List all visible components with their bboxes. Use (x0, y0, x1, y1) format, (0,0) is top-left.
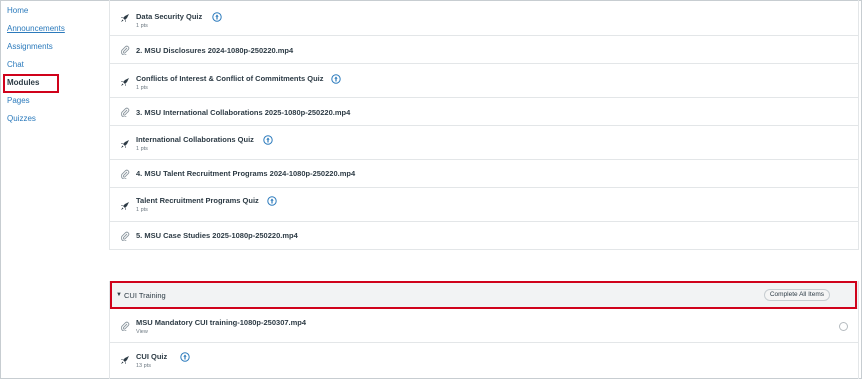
list-item[interactable]: 2. MSU Disclosures 2024-1080p-250220.mp4 (110, 36, 858, 64)
mastery-paths-icon[interactable] (212, 12, 222, 22)
paperclip-icon (119, 168, 131, 180)
paperclip-icon (119, 230, 131, 242)
modules-highlight-box (3, 74, 59, 93)
item-points: 1 pts (136, 207, 148, 213)
list-item[interactable]: Talent Recruitment Programs Quiz 1 pts (110, 188, 858, 222)
nav-chat[interactable]: Chat (7, 60, 24, 70)
item-points: 13 pts (136, 363, 151, 369)
list-item[interactable]: CUI Quiz 13 pts (110, 343, 858, 379)
list-item[interactable]: Conflicts of Interest & Conflict of Comm… (110, 64, 858, 98)
nav-announcements[interactable]: Announcements (7, 24, 65, 34)
list-item[interactable]: Data Security Quiz 1 pts (110, 0, 858, 36)
item-title[interactable]: Talent Recruitment Programs Quiz (136, 196, 259, 205)
paperclip-icon (119, 320, 131, 332)
paperclip-icon (119, 106, 131, 118)
rocket-icon (119, 138, 131, 150)
paperclip-icon (119, 44, 131, 56)
item-title[interactable]: International Collaborations Quiz (136, 135, 254, 144)
mastery-paths-icon[interactable] (180, 352, 190, 362)
rocket-icon (119, 12, 131, 24)
item-points: 1 pts (136, 85, 148, 91)
course-nav: Home Announcements Assignments Chat Modu… (0, 0, 65, 379)
mastery-paths-icon[interactable] (267, 196, 277, 206)
list-item[interactable]: 3. MSU International Collaborations 2025… (110, 98, 858, 126)
mastery-paths-icon[interactable] (263, 135, 273, 145)
nav-home[interactable]: Home (7, 6, 28, 16)
item-title[interactable]: 3. MSU International Collaborations 2025… (136, 108, 350, 117)
rocket-icon (119, 354, 131, 366)
item-title[interactable]: Conflicts of Interest & Conflict of Comm… (136, 74, 324, 83)
item-title[interactable]: 2. MSU Disclosures 2024-1080p-250220.mp4 (136, 46, 293, 55)
item-title[interactable]: 4. MSU Talent Recruitment Programs 2024-… (136, 169, 355, 178)
rocket-icon (119, 200, 131, 212)
cui-header-highlight-box (110, 281, 857, 309)
item-points: 1 pts (136, 146, 148, 152)
item-points: 1 pts (136, 23, 148, 29)
mastery-paths-icon[interactable] (331, 74, 341, 84)
item-title[interactable]: Data Security Quiz (136, 12, 202, 21)
list-item[interactable]: 4. MSU Talent Recruitment Programs 2024-… (110, 160, 858, 188)
item-requirement: View (136, 329, 148, 335)
nav-quizzes[interactable]: Quizzes (7, 114, 36, 124)
module-items-list: Data Security Quiz 1 pts 2. MSU Disclosu… (109, 0, 859, 250)
item-title[interactable]: 5. MSU Case Studies 2025-1080p-250220.mp… (136, 231, 298, 240)
nav-pages[interactable]: Pages (7, 96, 30, 106)
list-item[interactable]: 5. MSU Case Studies 2025-1080p-250220.mp… (110, 222, 858, 250)
item-title[interactable]: CUI Quiz (136, 352, 167, 361)
rocket-icon (119, 76, 131, 88)
completion-status-indicator (839, 322, 848, 331)
list-item[interactable]: International Collaborations Quiz 1 pts (110, 126, 858, 160)
item-title[interactable]: MSU Mandatory CUI training-1080p-250307.… (136, 318, 306, 327)
nav-assignments[interactable]: Assignments (7, 42, 53, 52)
list-item[interactable]: MSU Mandatory CUI training-1080p-250307.… (110, 309, 858, 343)
